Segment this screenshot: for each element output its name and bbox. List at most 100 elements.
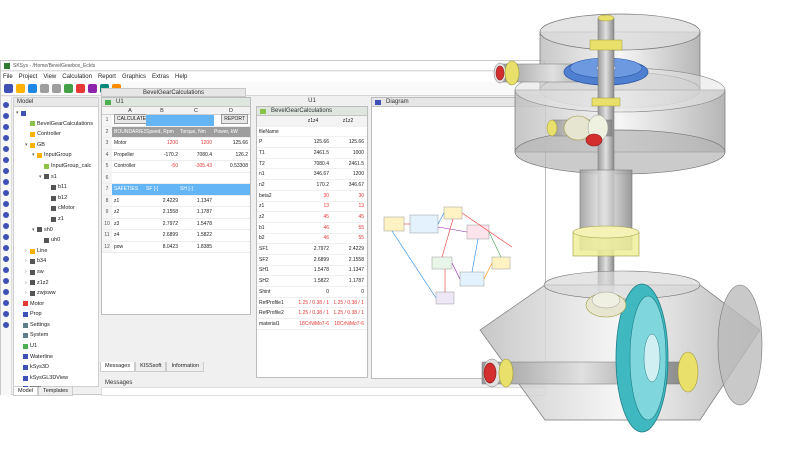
bgc-value-z1z2[interactable]: 1.1347	[332, 267, 367, 273]
tree-item-z1[interactable]: z1	[14, 214, 98, 225]
tree-item-s1[interactable]: ▾ s1	[14, 172, 98, 183]
cell-a[interactable]: z3	[112, 221, 146, 227]
cell-b[interactable]: SF [-]	[146, 184, 180, 195]
variable-icon[interactable]	[3, 267, 9, 273]
export-icon[interactable]	[3, 300, 9, 306]
sheet-icon[interactable]	[3, 212, 9, 218]
cell-d[interactable]: REPORT	[214, 114, 250, 126]
bgc-value-z1z4[interactable]: 2461.5	[297, 150, 332, 156]
cell-d[interactable]: 125.66	[214, 140, 250, 146]
tree-item-controller[interactable]: Controller	[14, 129, 98, 140]
cell-b[interactable]: 2.6899	[146, 232, 180, 238]
undo-icon[interactable]	[40, 84, 49, 93]
bgc-value-z1z4[interactable]: 30	[297, 193, 332, 199]
run-icon[interactable]	[64, 84, 73, 93]
bgc-value-z1z4[interactable]: 7080.4	[297, 161, 332, 167]
cell-a[interactable]: Controller	[112, 163, 146, 169]
chart-icon[interactable]	[3, 289, 9, 295]
bgc-value-z1z2[interactable]: 125.66	[332, 139, 367, 145]
tree-item-sh0[interactable]: ▾ sh0	[14, 225, 98, 236]
gear-icon[interactable]	[3, 135, 9, 141]
tree-item-motor[interactable]: Motor	[14, 299, 98, 310]
point-icon[interactable]	[3, 201, 9, 207]
new-icon[interactable]	[4, 84, 13, 93]
line-icon[interactable]	[3, 190, 9, 196]
report-button[interactable]: REPORT	[221, 114, 248, 125]
tree-item-zwjsww[interactable]: › zwjsww	[14, 288, 98, 299]
cell-c[interactable]: 7080.4	[180, 152, 214, 158]
cell-b[interactable]: -170.2	[146, 152, 180, 158]
info-icon[interactable]	[3, 311, 9, 317]
cell-b[interactable]: 8.0423	[146, 244, 180, 250]
menu-graphics[interactable]: Graphics	[122, 74, 146, 80]
bgc-value-z1z2[interactable]: 1.1787	[332, 278, 367, 284]
motor-icon[interactable]	[3, 157, 9, 163]
cell-c[interactable]	[180, 115, 214, 126]
bgc-value-z1z2[interactable]: 13	[332, 203, 367, 209]
bgc-value-z1z2[interactable]: 2461.5	[332, 161, 367, 167]
bgc-value-z1z4[interactable]: 13	[297, 203, 332, 209]
cell-b[interactable]: Speed, Rpm	[146, 126, 180, 137]
tab-messages[interactable]: Messages	[100, 362, 136, 372]
tree-item-bevelgearcalculations[interactable]: BevelGearCalculations	[14, 119, 98, 130]
bgc-value-z1z4[interactable]: 1.25 / 0.38 / 1	[297, 300, 332, 306]
bgc-value-z1z4[interactable]: 1.25 / 0.38 / 1	[297, 310, 332, 316]
menu-report[interactable]: Report	[98, 74, 116, 80]
report-icon[interactable]	[3, 245, 9, 251]
bgc-value-z1z4[interactable]: 125.66	[297, 139, 332, 145]
column-header-d[interactable]: D	[214, 107, 250, 114]
cell-a[interactable]: z1	[112, 198, 146, 204]
cell-a[interactable]: CALCULATE	[112, 114, 146, 126]
tree-item-uh0[interactable]: uh0	[14, 235, 98, 246]
open-folder-icon[interactable]	[16, 84, 25, 93]
cell-b[interactable]: 2.4229	[146, 198, 180, 204]
cell-b[interactable]: 2.7972	[146, 221, 180, 227]
tree-item-line[interactable]: › Line	[14, 246, 98, 257]
shaft-icon[interactable]	[3, 113, 9, 119]
cell-c[interactable]: -305.43	[180, 163, 214, 169]
tree-item-gb[interactable]: ▾ GB	[14, 140, 98, 151]
script-icon[interactable]	[3, 256, 9, 262]
bgc-value-z1z2[interactable]: 1.25 / 0.38 / 1	[332, 300, 367, 306]
tree-item-inputgroup[interactable]: ▾ InputGroup	[14, 150, 98, 161]
bgc-value-z1z2[interactable]: 2.4229	[332, 246, 367, 252]
tree-item-u1[interactable]: U1	[14, 341, 98, 352]
bgc-value-z1z2[interactable]: 1000	[332, 150, 367, 156]
bearing-icon[interactable]	[3, 124, 9, 130]
cell-c[interactable]: 1200	[180, 140, 214, 146]
bgc-value-z1z4[interactable]: 1.5822	[297, 278, 332, 284]
stop-icon[interactable]	[76, 84, 85, 93]
cell-c[interactable]: 1.5478	[180, 221, 214, 227]
cell-c[interactable]: 1.5822	[180, 232, 214, 238]
cell-b[interactable]: 1200	[146, 140, 180, 146]
model-icon[interactable]	[3, 102, 9, 108]
load-icon[interactable]	[3, 179, 9, 185]
tree-item-waterline[interactable]: Waterline	[14, 352, 98, 363]
bgc-value-z1z2[interactable]: 0	[332, 289, 367, 295]
tab-templates[interactable]: Templates	[37, 387, 74, 396]
bgc-value-z1z2[interactable]: 1200	[332, 171, 367, 177]
bgc-value-z1z4[interactable]: 346.67	[297, 171, 332, 177]
3d-view-icon[interactable]	[3, 234, 9, 240]
tree-item-sw[interactable]: › sw	[14, 267, 98, 278]
tree-root[interactable]: ▾	[14, 108, 98, 119]
cell-a[interactable]: z4	[112, 232, 146, 238]
tree-item-b11[interactable]: b11	[14, 182, 98, 193]
save-icon[interactable]	[28, 84, 37, 93]
tab-kisssoft[interactable]: KISSsoft	[135, 362, 167, 372]
tree-item-inputgroup-calc[interactable]: InputGroup_calc	[14, 161, 98, 172]
menu-project[interactable]: Project	[19, 74, 38, 80]
redo-icon[interactable]	[52, 84, 61, 93]
cell-a[interactable]: z2	[112, 209, 146, 215]
menu-help[interactable]: Help	[175, 74, 187, 80]
coupling-icon[interactable]	[3, 146, 9, 152]
bgc-value-z1z4[interactable]: 170.2	[297, 182, 332, 188]
bgc-value-z1z4[interactable]: 2.7972	[297, 246, 332, 252]
cell-a[interactable]: Propeller	[112, 152, 146, 158]
tab-model[interactable]: Model	[13, 387, 38, 396]
bgc-value-z1z4[interactable]: 45	[297, 214, 332, 220]
cell-a[interactable]: Motor	[112, 140, 146, 146]
table-icon[interactable]	[3, 278, 9, 284]
menu-calculation[interactable]: Calculation	[62, 74, 92, 80]
bgc-value-z1z2[interactable]: 55	[332, 235, 367, 241]
